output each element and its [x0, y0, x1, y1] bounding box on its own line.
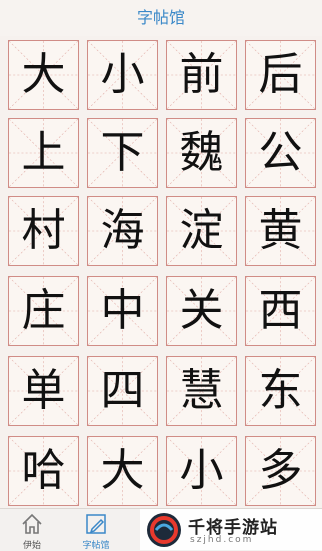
character-glyph: 黄 — [258, 205, 303, 256]
character-cell[interactable]: 庄 — [8, 276, 79, 346]
character-glyph: 大 — [21, 49, 66, 100]
character-glyph: 大 — [100, 445, 145, 496]
character-glyph: 东 — [258, 365, 303, 416]
character-glyph: 上 — [21, 127, 66, 178]
character-cell[interactable]: 四 — [87, 356, 158, 426]
character-cell[interactable]: 公 — [245, 118, 316, 188]
character-grid: 大小前后上下魏公村海淀黄庄中关西单四慧东哈大小多 — [0, 0, 322, 510]
character-cell[interactable]: 后 — [245, 40, 316, 110]
character-cell[interactable]: 海 — [87, 196, 158, 266]
character-cell[interactable]: 村 — [8, 196, 79, 266]
character-glyph: 后 — [258, 49, 303, 100]
character-glyph: 魏 — [179, 127, 224, 178]
character-cell[interactable]: 黄 — [245, 196, 316, 266]
character-glyph: 淀 — [179, 205, 224, 256]
character-glyph: 关 — [179, 285, 224, 336]
character-glyph: 四 — [100, 365, 145, 416]
character-glyph: 中 — [100, 285, 145, 336]
character-cell[interactable]: 关 — [166, 276, 237, 346]
character-glyph: 小 — [100, 49, 145, 100]
character-glyph: 多 — [258, 445, 303, 496]
home-icon — [22, 513, 42, 534]
watermark-logo: 千将手游站 szjhd.com — [140, 509, 322, 550]
character-cell[interactable]: 慧 — [166, 356, 237, 426]
character-cell[interactable]: 大 — [87, 436, 158, 506]
character-glyph: 西 — [258, 285, 303, 336]
tab-home-label: 伊始 — [22, 541, 41, 551]
character-glyph: 前 — [179, 49, 224, 100]
character-glyph: 庄 — [21, 285, 66, 336]
character-cell[interactable]: 魏 — [166, 118, 237, 188]
character-glyph: 村 — [21, 205, 66, 256]
character-cell[interactable]: 小 — [87, 40, 158, 110]
character-glyph: 哈 — [21, 445, 66, 496]
character-cell[interactable]: 哈 — [8, 436, 79, 506]
watermark-url: szjhd.com — [190, 535, 254, 545]
character-cell[interactable]: 淀 — [166, 196, 237, 266]
tab-home[interactable]: 伊始 — [8, 509, 56, 551]
tab-copybook[interactable]: 字帖馆 — [72, 509, 120, 551]
character-glyph: 下 — [100, 127, 145, 178]
character-cell[interactable]: 中 — [87, 276, 158, 346]
pencil-icon — [86, 514, 106, 534]
character-glyph: 海 — [100, 205, 145, 256]
character-cell[interactable]: 多 — [245, 436, 316, 506]
character-cell[interactable]: 前 — [166, 40, 237, 110]
character-glyph: 公 — [258, 127, 303, 178]
character-cell[interactable]: 下 — [87, 118, 158, 188]
character-cell[interactable]: 单 — [8, 356, 79, 426]
character-cell[interactable]: 西 — [245, 276, 316, 346]
tab-copybook-label: 字帖馆 — [82, 541, 110, 551]
character-cell[interactable]: 小 — [166, 436, 237, 506]
character-cell[interactable]: 东 — [245, 356, 316, 426]
character-glyph: 慧 — [179, 365, 224, 416]
character-cell[interactable]: 大 — [8, 40, 79, 110]
character-cell[interactable]: 上 — [8, 118, 79, 188]
character-glyph: 单 — [21, 365, 66, 416]
watermark-emblem-icon — [147, 513, 181, 547]
character-glyph: 小 — [179, 445, 224, 496]
